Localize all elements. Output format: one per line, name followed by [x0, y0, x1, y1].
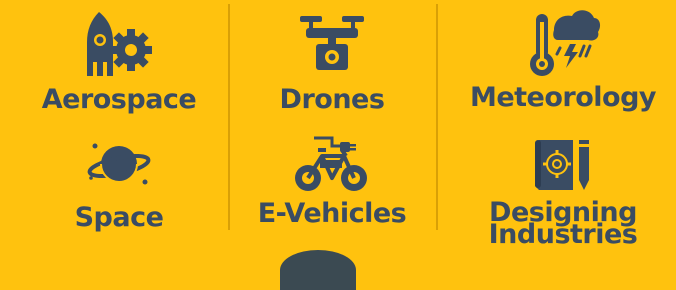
column-divider-1: [228, 4, 230, 230]
industry-label: Designing Industries: [488, 199, 638, 250]
industry-space: Space: [24, 138, 214, 231]
thermometer-storm-icon: [530, 10, 601, 76]
industry-label: Meteorology: [469, 82, 657, 113]
blueprint-gear-pencil-icon: [535, 140, 589, 190]
industry-label: Space: [74, 202, 164, 233]
industry-meteorology: Meteorology: [458, 8, 668, 111]
industry-drones: Drones: [237, 12, 427, 113]
industry-label-line-2: Industries: [488, 219, 638, 250]
portrait-image: [280, 250, 356, 290]
drone-camera-icon: [300, 16, 364, 70]
industry-label: Drones: [279, 84, 385, 115]
industry-label: E-Vehicles: [257, 198, 407, 229]
industry-aerospace: Aerospace: [24, 8, 214, 113]
industry-e-vehicles: E-Vehicles: [237, 134, 427, 227]
electric-bicycle-icon: [295, 136, 367, 191]
planet-icon: [87, 143, 151, 185]
industry-label: Aerospace: [41, 84, 197, 115]
industry-designing-industries: Designing Industries: [458, 136, 668, 250]
rocket-gear-icon: [87, 12, 152, 76]
column-divider-2: [436, 4, 438, 230]
